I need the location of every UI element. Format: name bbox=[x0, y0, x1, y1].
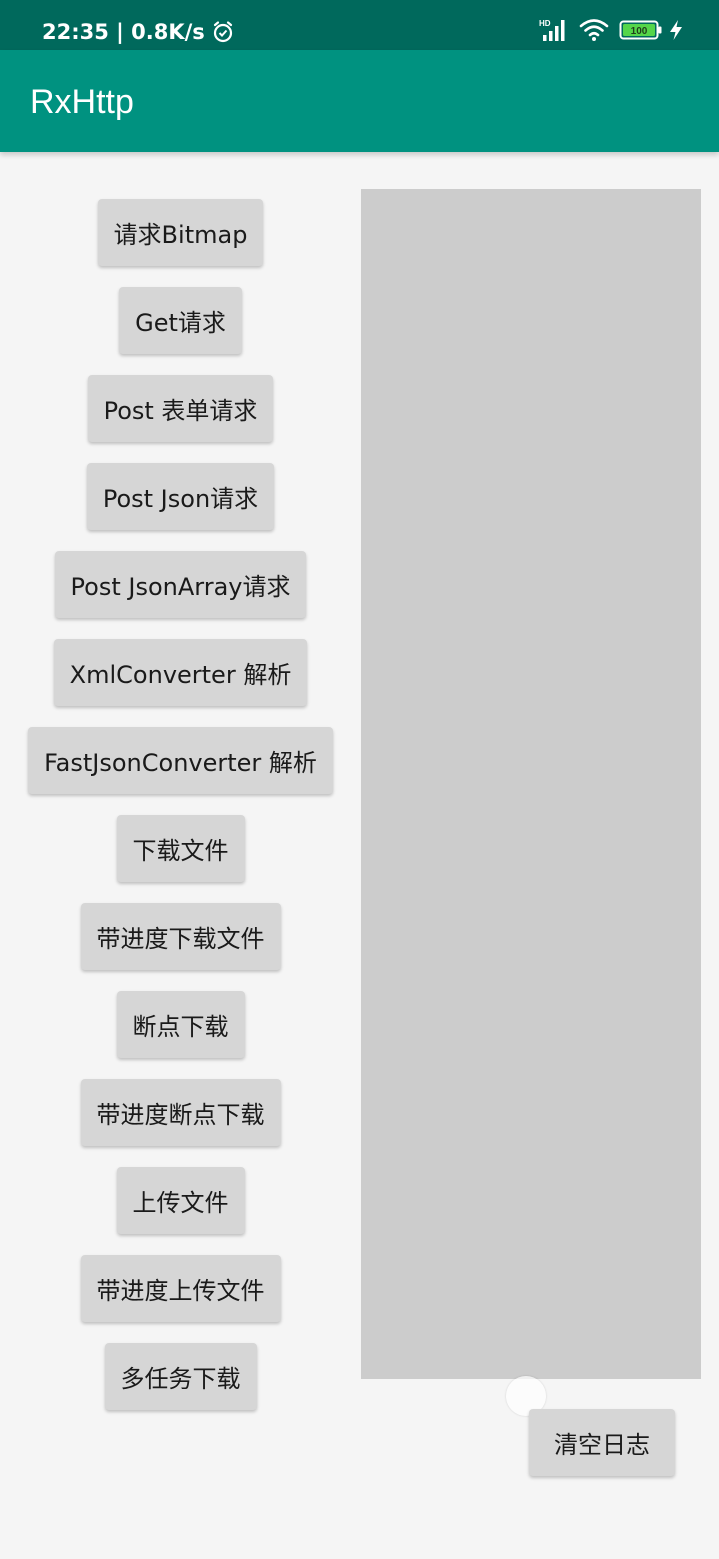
action-button[interactable]: 带进度下载文件 bbox=[80, 903, 281, 970]
action-button[interactable]: FastJsonConverter 解析 bbox=[28, 727, 333, 794]
status-time-speed: 22:35 | 0.8K/s bbox=[42, 20, 205, 44]
action-button[interactable]: XmlConverter 解析 bbox=[53, 639, 308, 706]
action-button[interactable]: Get请求 bbox=[119, 287, 242, 354]
charging-icon bbox=[669, 19, 683, 45]
action-button[interactable]: Post Json请求 bbox=[86, 463, 275, 530]
status-right: HD 100 bbox=[529, 18, 683, 46]
action-button[interactable]: 带进度断点下载 bbox=[80, 1079, 281, 1146]
action-button[interactable]: 带进度上传文件 bbox=[80, 1255, 281, 1322]
battery-level-label: 100 bbox=[631, 26, 648, 37]
signal-icon: HD bbox=[539, 18, 569, 46]
app-bar: RxHttp bbox=[0, 50, 719, 152]
action-button[interactable]: 下载文件 bbox=[116, 815, 245, 882]
log-panel[interactable] bbox=[361, 189, 701, 1379]
signal-hd-label: HD bbox=[539, 19, 551, 28]
clear-log-button[interactable]: 清空日志 bbox=[529, 1409, 675, 1476]
action-button[interactable]: 请求Bitmap bbox=[97, 199, 264, 266]
status-bar: 22:35 | 0.8K/s HD 100 bbox=[0, 0, 719, 50]
status-left: 22:35 | 0.8K/s bbox=[42, 18, 235, 46]
action-button[interactable]: Post 表单请求 bbox=[87, 375, 274, 442]
app-title: RxHttp bbox=[30, 83, 134, 121]
battery-icon: 100 bbox=[619, 19, 663, 45]
action-button[interactable]: 上传文件 bbox=[116, 1167, 245, 1234]
wifi-icon bbox=[579, 18, 609, 46]
alarm-icon bbox=[211, 20, 235, 44]
action-button[interactable]: 多任务下载 bbox=[104, 1343, 257, 1410]
action-button[interactable]: 断点下载 bbox=[116, 991, 245, 1058]
action-button-list: 请求Bitmap Get请求 Post 表单请求 Post Json请求 Post Js… bbox=[0, 199, 361, 1431]
action-button[interactable]: Post JsonArray请求 bbox=[54, 551, 307, 618]
